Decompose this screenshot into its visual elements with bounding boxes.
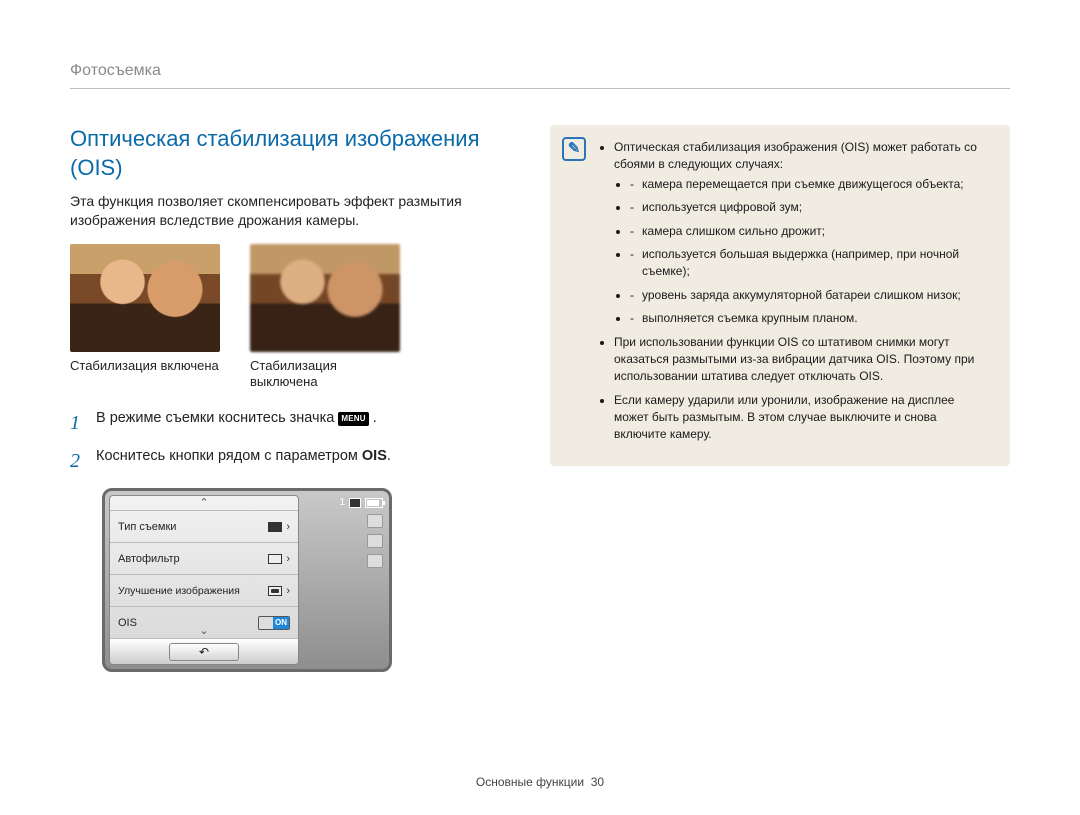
camera-menu-panel: ⌃ Тип съемки › Автофильтр › Улучшение из… (109, 495, 299, 665)
menu-label: Улучшение изображения (118, 585, 240, 597)
note-sub-item: используется цифровой зум; (630, 199, 992, 216)
scroll-up-icon: ⌃ (110, 496, 298, 510)
note-sub-item: камера перемещается при съемке движущего… (630, 176, 992, 193)
menu-label: Тип съемки (118, 521, 176, 533)
note-sub-item: камера слишком сильно дрожит; (630, 223, 992, 240)
caption-ois-on: Стабилизация включена (70, 358, 220, 374)
footer-page-number: 30 (591, 775, 604, 789)
example-photos: Стабилизация включена Стабилизация выклю… (70, 244, 500, 391)
memory-card-icon (349, 498, 361, 508)
menu-value: › (268, 585, 290, 597)
step-number: 2 (70, 446, 84, 476)
step-number: 1 (70, 408, 84, 438)
note-sub-item: выполняется съемка крупным планом. (630, 310, 992, 327)
camera-status-column: 1 (299, 495, 385, 665)
chevron-right-icon: › (286, 553, 290, 565)
two-column-layout: Оптическая стабилизация изображения (OIS… (70, 125, 1010, 672)
steps-list: 1 В режиме съемки коснитесь значка MENU … (70, 408, 500, 476)
battery-icon (365, 498, 383, 508)
step-2-post: . (387, 448, 391, 464)
step-2-pre: Коснитесь кнопки рядом с параметром (96, 448, 362, 464)
menu-value: › (268, 521, 290, 533)
note-box: ✎ Оптическая стабилизация изображения (O… (550, 125, 1010, 466)
step-2-text: Коснитесь кнопки рядом с параметром OIS. (96, 446, 391, 468)
note-intro: Оптическая стабилизация изображения (OIS… (614, 140, 977, 171)
shot-counter: 1 (339, 497, 345, 508)
status-bar: 1 (339, 497, 383, 508)
note-bullet-1: Оптическая стабилизация изображения (OIS… (614, 139, 992, 328)
menu-value: › (268, 553, 290, 565)
note-bullet-2: При использовании функции OIS со штативо… (614, 334, 992, 386)
side-icon-1 (367, 514, 383, 528)
side-icon-ois (367, 554, 383, 568)
page-footer: Основные функции 30 (0, 775, 1080, 789)
single-shot-icon (268, 522, 282, 532)
camera-menu-screenshot: ⌃ Тип съемки › Автофильтр › Улучшение из… (102, 488, 392, 672)
note-sub-item: уровень заряда аккумуляторной батареи сл… (630, 287, 992, 304)
note-sublist: камера перемещается при съемке движущего… (614, 176, 992, 328)
manual-page: Фотосъемка Оптическая стабилизация изобр… (0, 0, 1080, 815)
enhance-icon (268, 586, 282, 596)
step-1: 1 В режиме съемки коснитесь значка MENU … (70, 408, 500, 438)
scroll-down-icon: ⌄ (110, 624, 298, 638)
step-1-text: В режиме съемки коснитесь значка MENU . (96, 408, 377, 430)
side-icon-2 (367, 534, 383, 548)
menu-row-enhance: Улучшение изображения › (110, 574, 298, 606)
breadcrumb: Фотосъемка (70, 62, 1010, 89)
caption-ois-off: Стабилизация выключена (250, 358, 400, 391)
back-button: ↶ (169, 643, 239, 661)
right-column: ✎ Оптическая стабилизация изображения (O… (550, 125, 1010, 672)
menu-back-row: ↶ (110, 638, 298, 664)
sample-photo-sharp (70, 244, 220, 352)
step-2-bold: OIS (362, 448, 387, 464)
filter-icon (268, 554, 282, 564)
note-sub-item: используется большая выдержка (например,… (630, 246, 992, 281)
photo-ois-off: Стабилизация выключена (250, 244, 400, 391)
chevron-right-icon: › (286, 585, 290, 597)
left-column: Оптическая стабилизация изображения (OIS… (70, 125, 500, 672)
footer-section: Основные функции (476, 775, 584, 789)
chevron-right-icon: › (286, 521, 290, 533)
menu-icon: MENU (338, 412, 368, 426)
note-bullets: Оптическая стабилизация изображения (OIS… (598, 139, 992, 444)
menu-row-shot-type: Тип съемки › (110, 510, 298, 542)
lead-paragraph: Эта функция позволяет скомпенсировать эф… (70, 192, 500, 230)
photo-ois-on: Стабилизация включена (70, 244, 220, 391)
step-2: 2 Коснитесь кнопки рядом с параметром OI… (70, 446, 500, 476)
step-1-pre: В режиме съемки коснитесь значка (96, 410, 338, 426)
step-1-post: . (369, 410, 377, 426)
sample-photo-blurred (250, 244, 400, 352)
note-bullet-3: Если камеру ударили или уронили, изображ… (614, 392, 992, 444)
menu-row-autofilter: Автофильтр › (110, 542, 298, 574)
note-info-icon: ✎ (562, 137, 586, 161)
page-title: Оптическая стабилизация изображения (OIS… (70, 125, 500, 182)
menu-label: Автофильтр (118, 553, 180, 565)
